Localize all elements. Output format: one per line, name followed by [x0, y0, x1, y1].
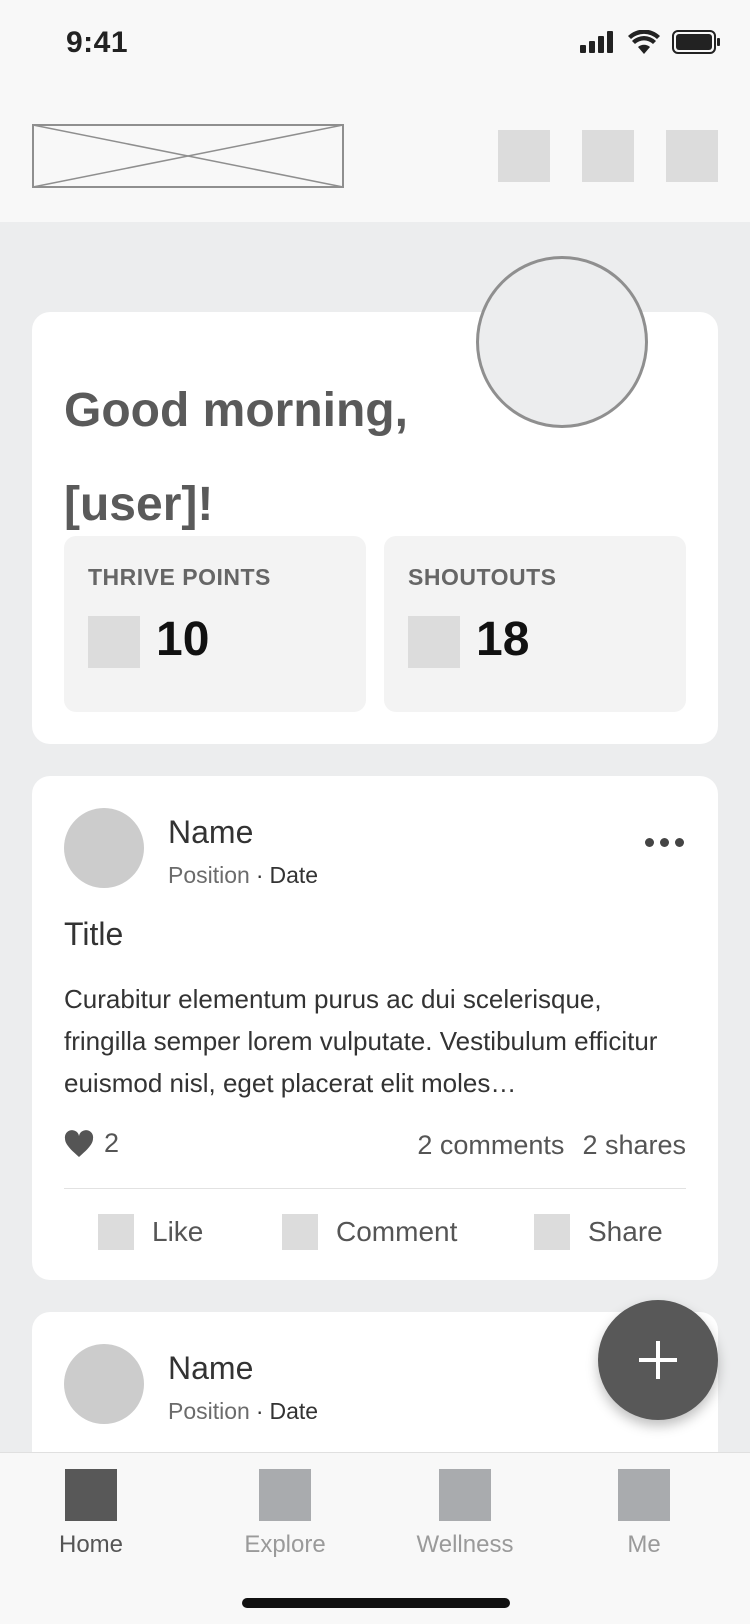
tab-label: Wellness [416, 1531, 514, 1558]
post-meta: Position · Date [168, 1398, 318, 1425]
tab-home[interactable]: Home [1, 1469, 181, 1559]
header-action-2-icon[interactable] [582, 130, 634, 182]
stat-label: THRIVE POINTS [88, 564, 271, 590]
author-avatar[interactable] [64, 1344, 144, 1424]
like-button[interactable]: Like [98, 1214, 203, 1250]
author-name[interactable]: Name [168, 1350, 253, 1387]
more-options-icon[interactable] [645, 838, 684, 847]
comment-count[interactable]: 2 comments [417, 1130, 564, 1161]
author-position: Position [168, 862, 250, 888]
stat-label: SHOUTOUTS [408, 564, 557, 590]
header-action-3-icon[interactable] [666, 130, 718, 182]
logo-placeholder [32, 124, 344, 188]
plus-icon [639, 1341, 677, 1379]
heart-icon [64, 1129, 94, 1157]
author-avatar[interactable] [64, 808, 144, 888]
author-name[interactable]: Name [168, 814, 253, 851]
comment-label: Comment [336, 1216, 458, 1247]
greeting-line-2: [user]! [64, 478, 214, 531]
tab-wellness[interactable]: Wellness [375, 1469, 555, 1559]
app-screen: 9:41 Good morning, [user]! THRIVE POINTS… [0, 0, 750, 1624]
home-indicator [242, 1598, 510, 1608]
divider [64, 1188, 686, 1189]
thrive-points-stat[interactable]: THRIVE POINTS 10 [64, 536, 366, 712]
header-action-1-icon[interactable] [498, 130, 550, 182]
battery-icon [672, 30, 720, 54]
explore-icon [259, 1469, 311, 1521]
thrive-points-icon [88, 616, 140, 668]
post-meta: Position · Date [168, 862, 318, 889]
like-count-value: 2 [104, 1128, 120, 1158]
tab-label: Home [58, 1531, 124, 1558]
create-post-button[interactable] [598, 1300, 718, 1420]
status-time: 9:41 [66, 26, 129, 59]
stat-value: 18 [476, 613, 530, 666]
like-label: Like [152, 1216, 204, 1247]
wellness-icon [439, 1469, 491, 1521]
status-icons [580, 30, 720, 54]
tab-me[interactable]: Me [554, 1469, 734, 1559]
status-bar: 9:41 [0, 0, 750, 96]
like-icon [98, 1214, 134, 1250]
app-header [0, 96, 750, 222]
share-label: Share [588, 1216, 663, 1247]
post-date: Date [269, 1398, 319, 1424]
comment-button[interactable]: Comment [282, 1214, 457, 1250]
tab-label: Explore [244, 1531, 326, 1558]
post-date: Date [269, 862, 319, 888]
like-count[interactable]: 2 [64, 1128, 119, 1159]
post-card: Name Position · Date Title Curabitur eleme… [32, 776, 718, 1280]
home-icon [65, 1469, 117, 1521]
wifi-icon [628, 30, 660, 54]
post-title: Title [64, 916, 124, 952]
greeting-heading: Good morning, [user]! [64, 364, 444, 552]
profile-icon [618, 1469, 670, 1521]
share-button[interactable]: Share [534, 1214, 663, 1250]
comment-icon [282, 1214, 318, 1250]
shoutouts-icon [408, 616, 460, 668]
post-body[interactable]: Curabitur elementum purus ac dui sceleri… [64, 978, 684, 1104]
signal-icon [580, 31, 613, 53]
user-avatar[interactable] [476, 256, 648, 428]
share-count[interactable]: 2 shares [582, 1130, 686, 1161]
author-position: Position [168, 1398, 250, 1424]
shoutouts-stat[interactable]: SHOUTOUTS 18 [384, 536, 686, 712]
greeting-line-1: Good morning, [64, 384, 408, 437]
meta-separator: · [255, 862, 264, 888]
meta-separator: · [255, 1398, 264, 1424]
engagement-counts: 2 comments 2 shares [417, 1130, 686, 1161]
greeting-card: Good morning, [user]! THRIVE POINTS 10 S… [32, 256, 718, 744]
stat-value: 10 [156, 613, 210, 666]
tab-label: Me [627, 1531, 661, 1558]
share-icon [534, 1214, 570, 1250]
tab-explore[interactable]: Explore [195, 1469, 375, 1559]
